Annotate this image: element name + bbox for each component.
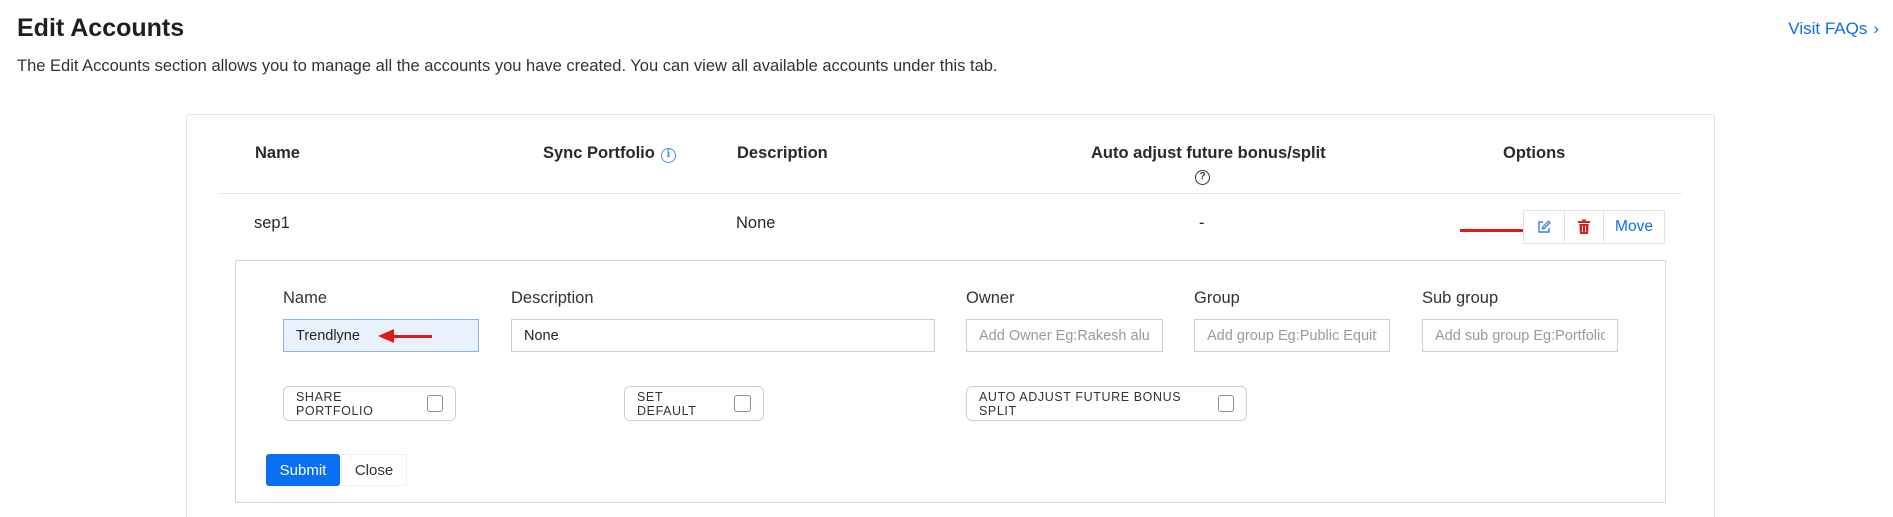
move-button[interactable]: Move xyxy=(1603,210,1665,244)
chevron-right-icon: › xyxy=(1873,19,1879,38)
close-button[interactable]: Close xyxy=(341,454,407,486)
column-header-auto-adjust: Auto adjust future bonus/split xyxy=(1091,144,1326,162)
page-description: The Edit Accounts section allows you to … xyxy=(17,57,998,75)
row-description: None xyxy=(736,214,776,232)
description-label: Description xyxy=(511,289,594,307)
annotation-arrow-left xyxy=(378,329,432,343)
edit-button[interactable] xyxy=(1523,210,1565,244)
auto-adjust-label: AUTO ADJUST FUTURE BONUS SPLIT xyxy=(979,389,1182,418)
group-label: Group xyxy=(1194,289,1240,307)
header-divider xyxy=(219,193,1682,194)
visit-faqs-link[interactable]: Visit FAQs › xyxy=(1788,19,1879,39)
set-default-label: SET DEFAULT xyxy=(637,389,697,418)
row-auto-adjust: - xyxy=(1199,214,1205,232)
annotation-arrow-right xyxy=(1460,223,1542,237)
column-header-description: Description xyxy=(737,144,828,162)
column-header-options: Options xyxy=(1503,144,1566,162)
owner-label: Owner xyxy=(966,289,1015,307)
submit-button[interactable]: Submit xyxy=(266,454,340,486)
description-input[interactable] xyxy=(511,319,935,352)
group-input[interactable] xyxy=(1194,319,1390,352)
row-account-name: sep1 xyxy=(254,214,290,232)
info-icon[interactable]: i xyxy=(660,148,676,163)
auto-adjust-checkbox[interactable] xyxy=(1217,395,1234,412)
column-header-name: Name xyxy=(255,144,300,162)
delete-button[interactable] xyxy=(1564,210,1604,244)
share-portfolio-label: SHARE PORTFOLIO xyxy=(296,389,374,418)
owner-input[interactable] xyxy=(966,319,1163,352)
help-icon[interactable]: ? xyxy=(1195,170,1210,185)
share-portfolio-checkbox[interactable] xyxy=(426,395,443,412)
subgroup-input[interactable] xyxy=(1422,319,1618,352)
set-default-toggle[interactable]: SET DEFAULT xyxy=(624,386,764,421)
trash-icon xyxy=(1578,219,1590,234)
set-default-checkbox[interactable] xyxy=(734,395,751,412)
edit-icon xyxy=(1538,220,1551,233)
share-portfolio-toggle[interactable]: SHARE PORTFOLIO xyxy=(283,386,456,421)
subgroup-label: Sub group xyxy=(1422,289,1499,307)
visit-faqs-label: Visit FAQs xyxy=(1788,19,1868,38)
column-header-sync-portfolio: Sync Portfolio i xyxy=(543,144,676,163)
page-title: Edit Accounts xyxy=(17,14,185,42)
name-label: Name xyxy=(283,289,328,307)
auto-adjust-toggle[interactable]: AUTO ADJUST FUTURE BONUS SPLIT xyxy=(966,386,1247,421)
column-header-sync-label: Sync Portfolio xyxy=(543,144,655,162)
